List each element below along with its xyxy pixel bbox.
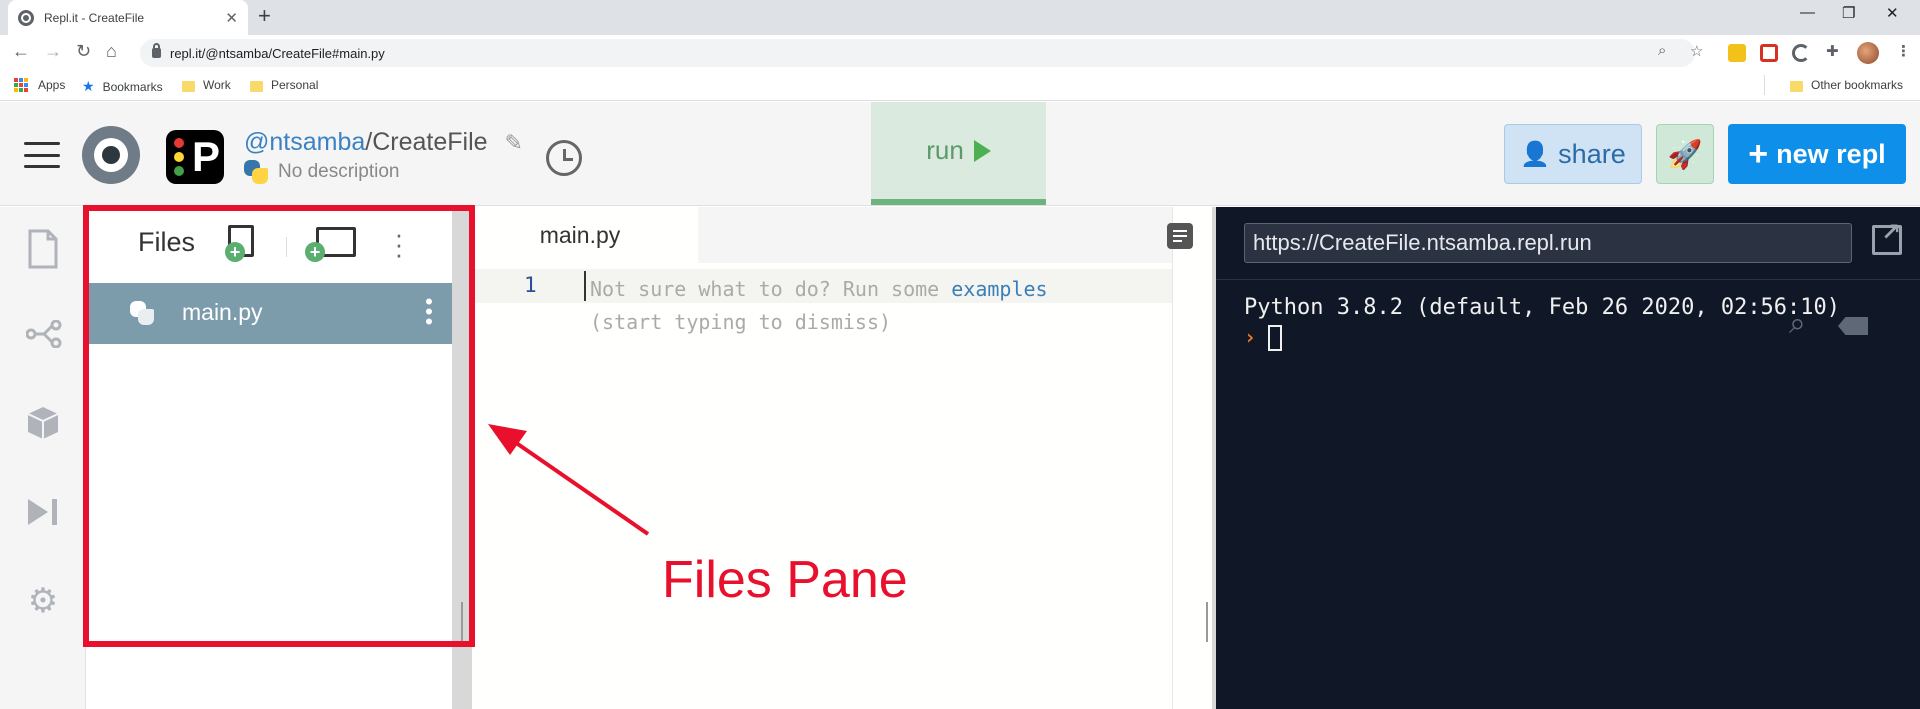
run-label: run xyxy=(926,135,964,165)
open-in-new-tab-icon[interactable] xyxy=(1872,218,1902,255)
new-repl-button[interactable]: + new repl xyxy=(1728,124,1906,184)
replit-logo-icon[interactable] xyxy=(82,126,140,184)
bookmarks-bar: Apps ★ Bookmarks Work Personal Other boo… xyxy=(0,71,1920,101)
bookmark-apps[interactable]: Apps xyxy=(14,78,65,92)
hint-prefix: Not sure what to do? Run some xyxy=(590,277,952,301)
browser-tabstrip: Repl.it - CreateFile ✕ + — ❐ ✕ xyxy=(0,0,1920,35)
repl-title: @ntsamba/CreateFile ✎ xyxy=(244,128,523,157)
bookmark-other[interactable]: Other bookmarks xyxy=(1790,78,1903,92)
extensions-puzzle-icon[interactable]: ✚ xyxy=(1826,42,1839,60)
editor-hint: Not sure what to do? Run some examples (… xyxy=(590,273,1048,339)
language-logo: P xyxy=(166,130,224,184)
tab-title: Repl.it - CreateFile xyxy=(44,10,145,25)
folder-icon xyxy=(250,80,263,92)
rocket-icon: 🚀 xyxy=(1667,138,1703,170)
bookmark-other-label: Other bookmarks xyxy=(1811,78,1904,92)
history-icon[interactable] xyxy=(546,140,582,176)
console-output: Python 3.8.2 (default, Feb 26 2020, 02:5… xyxy=(1244,295,1841,320)
hint-dismiss: (start typing to dismiss) xyxy=(590,310,892,334)
forward-icon[interactable]: → xyxy=(44,41,62,62)
new-tab-button[interactable]: + xyxy=(258,3,271,29)
back-icon[interactable]: ← xyxy=(12,41,30,62)
bookmark-apps-label: Apps xyxy=(38,78,66,92)
traffic-lights-icon xyxy=(174,138,186,176)
share-label: share xyxy=(1558,138,1626,169)
chrome-menu-icon[interactable]: ⋮ xyxy=(1896,42,1911,60)
browser-toolbar: ← → ↻ ⌂ repl.it/@ntsamba/CreateFile#main… xyxy=(0,35,1920,71)
bookmark-star-icon[interactable]: ☆ xyxy=(1690,42,1703,60)
language-logo-letter: P xyxy=(191,133,220,180)
folder-icon xyxy=(182,80,195,92)
pencil-icon[interactable]: ✎ xyxy=(505,130,523,156)
repl-name[interactable]: CreateFile xyxy=(372,128,487,156)
address-bar[interactable]: repl.it/@ntsamba/CreateFile#main.py xyxy=(140,39,1695,67)
sidebar-rail: ⚙ xyxy=(0,207,86,709)
lock-icon xyxy=(152,43,161,58)
repl-header: P @ntsamba/CreateFile ✎ No description r… xyxy=(0,102,1920,206)
extension-badge-icon[interactable] xyxy=(1728,44,1746,62)
console-clear-icon[interactable] xyxy=(1838,317,1868,335)
zoom-icon[interactable]: ⌕ xyxy=(1658,42,1666,59)
bookmark-label: Work xyxy=(203,78,231,92)
bookmark-label: Bookmarks xyxy=(102,79,163,94)
packages-icon[interactable] xyxy=(26,405,60,441)
share-button[interactable]: 👤 share xyxy=(1504,124,1642,184)
console-cursor xyxy=(1268,325,1282,351)
bookmark-personal[interactable]: Personal xyxy=(250,78,318,92)
add-user-icon: 👤 xyxy=(1520,140,1551,168)
new-repl-label: new repl xyxy=(1776,138,1886,169)
console-divider xyxy=(1216,279,1920,280)
console-pane[interactable]: https://CreateFile.ntsamba.repl.run Pyth… xyxy=(1216,207,1920,709)
annotation-label: Files Pane xyxy=(662,551,908,609)
examples-link[interactable]: examples xyxy=(951,277,1047,301)
owner-link[interactable]: @ntsamba xyxy=(244,128,365,156)
restore-icon[interactable]: ❐ xyxy=(1842,4,1855,22)
extension-c-icon[interactable] xyxy=(1792,44,1810,62)
text-caret xyxy=(584,271,586,301)
files-icon[interactable] xyxy=(26,229,60,269)
console-prompt: › xyxy=(1244,325,1257,349)
home-icon[interactable]: ⌂ xyxy=(106,41,117,62)
repl-url-field[interactable]: https://CreateFile.ntsamba.repl.run xyxy=(1244,223,1852,263)
debugger-icon[interactable] xyxy=(26,497,60,533)
editor-scrollbar[interactable] xyxy=(1167,207,1212,709)
plus-icon: + xyxy=(1748,134,1769,173)
close-tab-icon[interactable]: ✕ xyxy=(225,9,238,27)
folder-icon xyxy=(1790,80,1803,92)
apps-grid-icon xyxy=(14,78,28,92)
run-button[interactable]: run xyxy=(871,102,1046,205)
minimize-icon[interactable]: — xyxy=(1800,4,1815,21)
console-search-icon[interactable]: ⌕ xyxy=(1789,307,1806,341)
code-editor[interactable]: main.py 1 Not sure what to do? Run some … xyxy=(472,207,1172,709)
reload-icon[interactable]: ↻ xyxy=(76,41,91,62)
star-icon: ★ xyxy=(82,78,95,94)
address-url: repl.it/@ntsamba/CreateFile#main.py xyxy=(170,45,385,61)
browser-tab[interactable]: Repl.it - CreateFile ✕ xyxy=(8,0,248,35)
play-icon xyxy=(973,139,991,162)
files-pane-highlight-box xyxy=(83,205,475,647)
version-control-icon[interactable] xyxy=(25,319,62,355)
tab-main-py[interactable]: main.py xyxy=(472,207,698,263)
extension-red-icon[interactable] xyxy=(1760,44,1778,62)
bookmark-label: Personal xyxy=(271,78,319,92)
settings-gear-icon[interactable]: ⚙ xyxy=(26,583,60,619)
python-icon xyxy=(244,160,268,184)
bookmark-work[interactable]: Work xyxy=(182,78,231,92)
profile-avatar[interactable] xyxy=(1857,42,1879,64)
editor-menu-icon[interactable] xyxy=(1167,223,1193,249)
description-text: No description xyxy=(278,161,400,182)
repl-description[interactable]: No description xyxy=(244,160,399,184)
hamburger-menu-icon[interactable] xyxy=(24,142,60,168)
bookmark-bookmarks[interactable]: ★ Bookmarks xyxy=(82,78,163,95)
editor-tabs: main.py xyxy=(472,207,1172,263)
line-number: 1 xyxy=(524,273,537,297)
replit-favicon-icon xyxy=(18,9,34,26)
deploy-button[interactable]: 🚀 xyxy=(1656,124,1714,184)
close-window-icon[interactable]: ✕ xyxy=(1886,4,1899,22)
bookmarks-divider xyxy=(1764,75,1765,95)
